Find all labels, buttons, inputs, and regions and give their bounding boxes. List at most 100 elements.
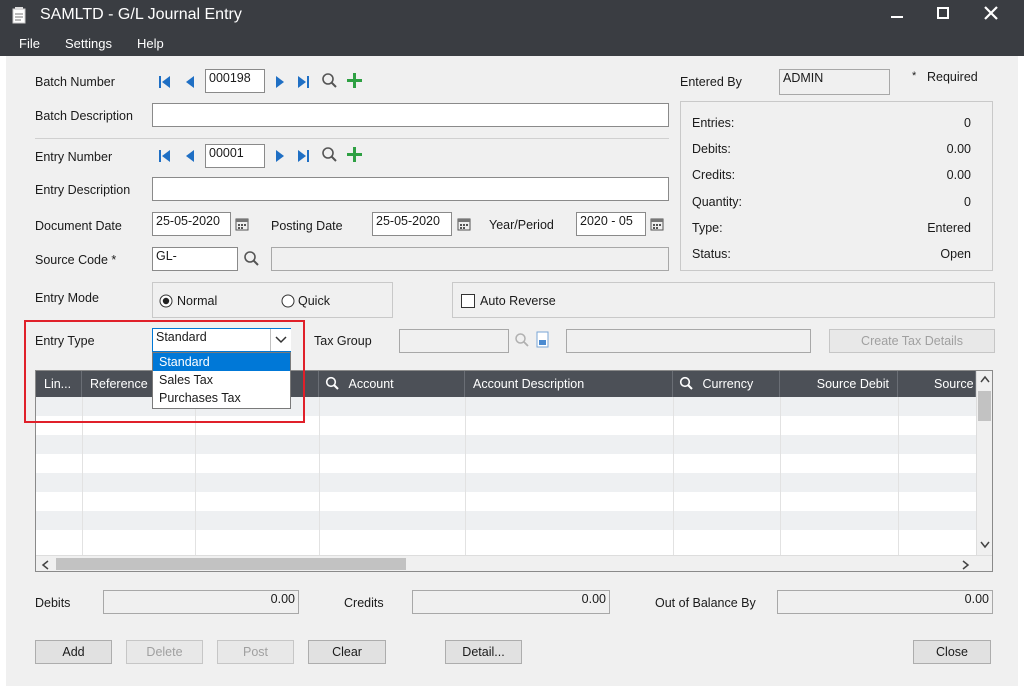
close-window-icon[interactable] <box>982 4 1000 22</box>
tax-group-finder-icon <box>536 331 549 348</box>
out-of-balance-label: Out of Balance By <box>655 596 756 610</box>
batch-number-input[interactable]: 000198 <box>205 69 265 93</box>
column-header-currency-label: Currency <box>702 377 754 391</box>
out-of-balance-field: 0.00 <box>777 590 993 614</box>
last-batch-icon[interactable] <box>296 74 310 90</box>
type-label: Type: <box>692 221 723 235</box>
table-row[interactable] <box>36 435 976 454</box>
table-row[interactable] <box>36 473 976 492</box>
horizontal-scroll-thumb[interactable] <box>56 558 406 570</box>
mode-quick-label[interactable]: Quick <box>298 294 330 308</box>
horizontal-scrollbar[interactable] <box>36 555 992 571</box>
table-row[interactable] <box>36 492 976 511</box>
menu-file[interactable]: File <box>19 36 40 51</box>
divider <box>35 138 669 139</box>
source-code-description <box>271 247 669 271</box>
batch-number-label: Batch Number <box>35 75 115 89</box>
clear-button[interactable]: Clear <box>308 640 386 664</box>
posting-date-label: Posting Date <box>271 219 343 233</box>
entry-search-icon[interactable] <box>321 146 339 164</box>
previous-batch-icon[interactable] <box>183 74 197 90</box>
auto-reverse-group: Auto Reverse <box>452 282 995 318</box>
next-entry-icon[interactable] <box>273 148 287 164</box>
credits-label: Credits: <box>692 168 736 182</box>
calendar-icon[interactable] <box>650 217 665 231</box>
year-period-input[interactable]: 2020 - 05 <box>576 212 646 236</box>
entry-mode-label: Entry Mode <box>35 291 99 305</box>
document-date-input[interactable]: 25-05-2020 <box>152 212 231 236</box>
scroll-left-icon[interactable] <box>41 560 49 570</box>
total-credits-field: 0.00 <box>412 590 610 614</box>
debits-value: 0.00 <box>946 142 971 156</box>
auto-reverse-label[interactable]: Auto Reverse <box>480 294 556 308</box>
credits-value: 0.00 <box>946 168 971 182</box>
post-button: Post <box>217 640 294 664</box>
total-debits-label: Debits <box>35 596 71 610</box>
tax-group-label: Tax Group <box>314 334 372 348</box>
column-divider <box>673 397 674 557</box>
total-credits-label: Credits <box>344 596 384 610</box>
entry-description-input[interactable] <box>152 177 669 201</box>
entries-value: 0 <box>964 116 971 130</box>
batch-search-icon[interactable] <box>321 72 339 90</box>
app-icon <box>12 7 26 24</box>
vertical-scroll-thumb[interactable] <box>978 391 991 421</box>
annotation-highlight-box <box>24 320 305 423</box>
tax-group-input <box>399 329 509 353</box>
entry-description-label: Entry Description <box>35 183 131 197</box>
mode-quick-radio[interactable] <box>281 294 295 308</box>
scroll-down-icon[interactable] <box>980 541 990 549</box>
scroll-up-icon[interactable] <box>980 375 990 383</box>
last-entry-icon[interactable] <box>296 148 310 164</box>
auto-reverse-checkbox[interactable] <box>461 294 475 308</box>
previous-entry-icon[interactable] <box>183 148 197 164</box>
maximize-icon[interactable] <box>935 5 951 21</box>
menu-settings[interactable]: Settings <box>65 36 112 51</box>
next-batch-icon[interactable] <box>273 74 287 90</box>
menu-help[interactable]: Help <box>137 36 164 51</box>
document-date-label: Document Date <box>35 219 122 233</box>
search-icon <box>325 376 339 390</box>
status-label: Status: <box>692 247 731 261</box>
mode-normal-radio[interactable] <box>159 294 173 308</box>
vertical-scrollbar[interactable] <box>976 371 992 555</box>
entry-number-input[interactable]: 00001 <box>205 144 265 168</box>
source-code-search-icon[interactable] <box>243 250 261 268</box>
table-row[interactable] <box>36 454 976 473</box>
column-header-currency[interactable]: Currency <box>673 371 780 397</box>
posting-date-input[interactable]: 25-05-2020 <box>372 212 452 236</box>
entries-label: Entries: <box>692 116 735 130</box>
first-entry-icon[interactable] <box>158 148 172 164</box>
column-header-account-description[interactable]: Account Description <box>465 371 673 397</box>
column-divider <box>898 397 899 557</box>
column-header-source-debit[interactable]: Source Debit <box>780 371 898 397</box>
new-entry-icon[interactable] <box>346 146 364 164</box>
close-button[interactable]: Close <box>913 640 991 664</box>
add-button[interactable]: Add <box>35 640 112 664</box>
source-code-input[interactable]: GL- <box>152 247 238 271</box>
source-code-label: Source Code * <box>35 253 117 267</box>
required-label: Required <box>927 70 978 84</box>
table-row[interactable] <box>36 511 976 530</box>
entry-summary-panel: Entries: 0 Debits: 0.00 Credits: 0.00 Qu… <box>680 101 993 271</box>
table-row[interactable] <box>36 530 976 549</box>
calendar-icon[interactable] <box>457 217 472 231</box>
batch-description-input[interactable] <box>152 103 669 127</box>
calendar-icon[interactable] <box>235 217 250 231</box>
entry-mode-group: Normal Quick <box>152 282 393 318</box>
column-header-account[interactable]: Account <box>319 371 465 397</box>
tax-group-description <box>566 329 811 353</box>
column-header-source-credit[interactable]: Source <box>898 371 976 397</box>
new-batch-icon[interactable] <box>346 72 364 90</box>
mode-normal-label[interactable]: Normal <box>177 294 217 308</box>
scroll-right-icon[interactable] <box>962 560 970 570</box>
menu-bar: File Settings Help <box>0 31 1024 56</box>
first-batch-icon[interactable] <box>158 74 172 90</box>
window-title: SAMLTD - G/L Journal Entry <box>40 6 242 23</box>
column-divider <box>319 397 320 557</box>
column-divider <box>780 397 781 557</box>
minimize-icon[interactable] <box>889 10 905 22</box>
batch-description-label: Batch Description <box>35 109 133 123</box>
quantity-label: Quantity: <box>692 195 743 209</box>
detail-button[interactable]: Detail... <box>445 640 522 664</box>
